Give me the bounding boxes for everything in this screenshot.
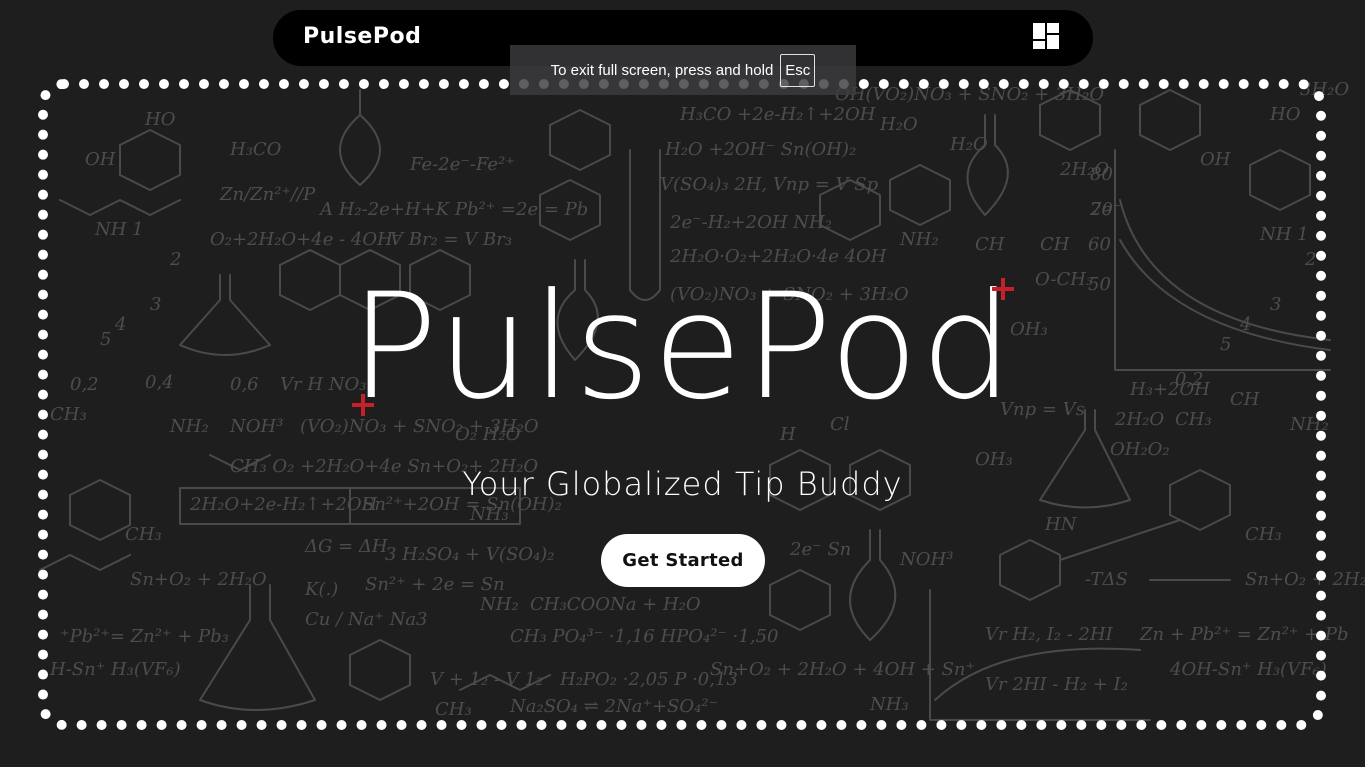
red-cross-mark-left [352,394,374,416]
nav-brand-logo[interactable]: PulsePod [303,24,421,49]
hero-subtitle: Your Globalized Tip Buddy [462,465,903,503]
fullscreen-exit-notice: To exit full screen, press and hold Esc [510,45,856,95]
grid-menu-icon[interactable] [1033,23,1061,51]
hero-title: PulsePod [349,262,1016,432]
red-cross-mark-right [992,278,1014,300]
get-started-button[interactable]: Get Started [601,534,765,587]
fullscreen-notice-text: To exit full screen, press and hold [550,61,774,79]
landing-page: HO OH H₃CO Zn/Zn²⁺//P A H₂-2e+H+K Pb²⁺ =… [0,0,1365,767]
esc-key-hint: Esc [780,53,816,87]
